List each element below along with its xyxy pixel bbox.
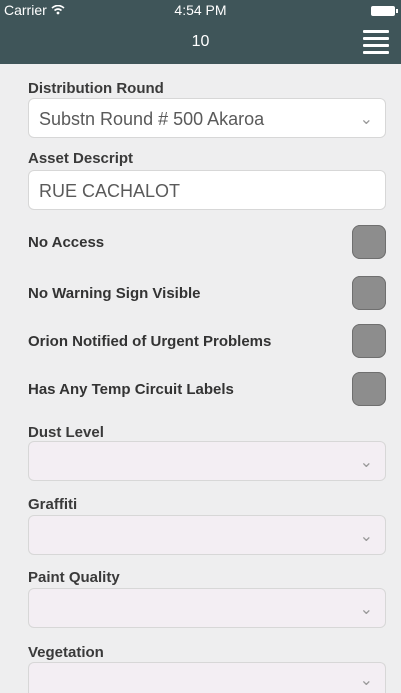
checkbox-row-orion-notified: Orion Notified of Urgent Problems [28,324,386,360]
status-time: 4:54 PM [174,2,227,18]
battery-icon [371,6,398,16]
paint-quality-select[interactable]: ⌄ [28,588,386,628]
chevron-down-icon: ⌄ [359,672,373,689]
temp-circuit-labels-checkbox[interactable] [352,372,386,406]
checkbox-row-no-access: No Access [28,225,386,261]
graffiti-label: Graffiti [28,496,78,513]
menu-icon[interactable] [363,30,389,56]
distribution-round-select[interactable]: Substn Round # 500 Akaroa ⌄ [28,98,386,138]
page-title: 10 [191,33,210,50]
distribution-round-label: Distribution Round [28,80,164,97]
graffiti-select[interactable]: ⌄ [28,515,386,555]
chevron-down-icon: ⌄ [359,454,373,471]
vegetation-select[interactable]: ⌄ [28,662,386,693]
orion-notified-label: Orion Notified of Urgent Problems [28,333,272,350]
temp-circuit-labels-label: Has Any Temp Circuit Labels [28,381,234,398]
chevron-down-icon: ⌄ [359,601,373,618]
asset-descript-label: Asset Descript [28,150,134,167]
dust-level-label: Dust Level [28,424,104,441]
chevron-down-icon: ⌄ [359,528,373,545]
distribution-round-value: Substn Round # 500 Akaroa [39,109,265,129]
no-access-checkbox[interactable] [352,225,386,259]
form-content: Distribution Round Substn Round # 500 Ak… [0,64,401,693]
checkbox-row-temp-circuit-labels: Has Any Temp Circuit Labels [28,372,386,408]
asset-descript-field[interactable]: RUE CACHALOT [28,170,386,210]
vegetation-label: Vegetation [28,644,104,661]
chevron-down-icon: ⌄ [359,111,373,128]
dust-level-select[interactable]: ⌄ [28,441,386,481]
top-bar: Carrier 4:54 PM 10 [0,0,401,64]
checkbox-row-no-warning-sign: No Warning Sign Visible [28,276,386,312]
no-warning-sign-label: No Warning Sign Visible [28,285,201,302]
asset-descript-value: RUE CACHALOT [39,181,181,201]
no-access-label: No Access [28,234,105,251]
orion-notified-checkbox[interactable] [352,324,386,358]
no-warning-sign-checkbox[interactable] [352,276,386,310]
paint-quality-label: Paint Quality [28,569,120,586]
